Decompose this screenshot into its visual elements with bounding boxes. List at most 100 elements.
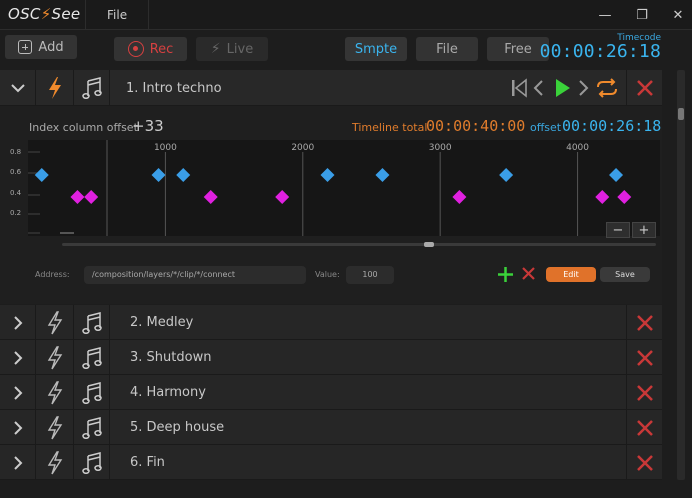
track-row[interactable]: 5. Deep house bbox=[0, 410, 662, 445]
chevron-right-icon bbox=[13, 315, 22, 330]
delete-track-button[interactable] bbox=[626, 70, 662, 106]
keyframe-point[interactable] bbox=[452, 190, 467, 204]
delete-track-button[interactable] bbox=[626, 340, 662, 375]
keyframe-point[interactable] bbox=[84, 190, 99, 204]
menu-file[interactable]: File bbox=[107, 8, 127, 22]
expand-button[interactable] bbox=[0, 445, 36, 480]
keyframe-point[interactable] bbox=[320, 168, 335, 182]
address-input[interactable]: /composition/layers/*/clip/*/connect bbox=[84, 266, 306, 284]
expand-button[interactable] bbox=[0, 305, 36, 340]
minimize-button[interactable]: — bbox=[587, 0, 623, 30]
music-notes-icon bbox=[81, 346, 102, 369]
track-name[interactable]: 5. Deep house bbox=[130, 420, 224, 435]
timeline-scrollbar[interactable] bbox=[62, 243, 656, 246]
keyframe-point[interactable] bbox=[34, 168, 49, 182]
keyframe-point[interactable] bbox=[151, 168, 166, 182]
delete-track-button[interactable] bbox=[626, 305, 662, 340]
keyframe-point[interactable] bbox=[499, 168, 514, 182]
track-name[interactable]: 4. Harmony bbox=[130, 385, 206, 400]
y-tick-label: 0.4 bbox=[10, 189, 22, 197]
delete-x-icon bbox=[636, 384, 653, 401]
bolt-icon: ⚡ bbox=[210, 41, 221, 57]
zoom-out-button[interactable]: − bbox=[606, 222, 630, 238]
track-row[interactable]: 6. Fin bbox=[0, 445, 662, 480]
zoom-in-button[interactable]: + bbox=[632, 222, 656, 238]
keyframe-point[interactable] bbox=[70, 190, 85, 204]
record-icon bbox=[127, 41, 144, 57]
chevron-right-icon bbox=[13, 350, 22, 365]
trigger-button[interactable] bbox=[36, 410, 74, 445]
music-button[interactable] bbox=[74, 445, 110, 480]
music-button[interactable] bbox=[74, 410, 110, 445]
music-button[interactable] bbox=[74, 70, 110, 106]
live-button[interactable]: ⚡ Live bbox=[196, 37, 268, 61]
keyframe-point[interactable] bbox=[375, 168, 390, 182]
chevron-right-icon bbox=[13, 385, 22, 400]
track-name[interactable]: 1. Intro techno bbox=[126, 81, 222, 96]
mode-file-button[interactable]: File bbox=[416, 37, 478, 61]
music-notes-icon bbox=[81, 77, 102, 99]
index-offset-label: Index column offset bbox=[29, 121, 138, 134]
play-icon[interactable] bbox=[554, 77, 572, 99]
keyframe-point[interactable] bbox=[176, 168, 191, 182]
music-button[interactable] bbox=[74, 340, 110, 375]
track-row[interactable]: 4. Harmony bbox=[0, 375, 662, 410]
step-back-icon[interactable] bbox=[532, 78, 546, 98]
keyframe-point[interactable] bbox=[609, 168, 624, 182]
close-button[interactable]: ✕ bbox=[660, 0, 692, 30]
trigger-button[interactable] bbox=[36, 70, 74, 106]
music-button[interactable] bbox=[74, 375, 110, 410]
keyframe-point[interactable] bbox=[203, 190, 218, 204]
track-name[interactable]: 2. Medley bbox=[130, 315, 193, 330]
timeline-total-label: Timeline total bbox=[352, 121, 428, 134]
timeline-scroll-thumb[interactable] bbox=[424, 242, 434, 247]
add-button[interactable]: Add bbox=[5, 35, 77, 59]
restore-button[interactable]: ❐ bbox=[624, 0, 660, 30]
music-notes-icon bbox=[81, 381, 102, 404]
value-input[interactable]: 100 bbox=[346, 266, 394, 284]
step-forward-icon[interactable] bbox=[576, 78, 590, 98]
collapse-button[interactable] bbox=[0, 70, 36, 106]
track-row[interactable]: 3. Shutdown bbox=[0, 340, 662, 375]
expand-button[interactable] bbox=[0, 340, 36, 375]
scroll-thumb[interactable] bbox=[678, 108, 684, 120]
remove-x-icon[interactable] bbox=[521, 266, 536, 281]
vertical-scrollbar[interactable] bbox=[670, 70, 692, 498]
delete-track-button[interactable] bbox=[626, 375, 662, 410]
trigger-button[interactable] bbox=[36, 445, 74, 480]
track-name[interactable]: 6. Fin bbox=[130, 455, 165, 470]
music-notes-icon bbox=[81, 416, 102, 439]
add-icon bbox=[18, 40, 33, 54]
timeline-chart[interactable]: 1000 2000 3000 4000 bbox=[28, 140, 660, 236]
loop-icon[interactable] bbox=[595, 78, 619, 98]
bolt-icon bbox=[47, 450, 62, 474]
keyframe-point[interactable] bbox=[617, 190, 632, 204]
delete-track-button[interactable] bbox=[626, 410, 662, 445]
add-plus-icon[interactable] bbox=[497, 266, 514, 283]
track-name[interactable]: 3. Shutdown bbox=[130, 350, 211, 365]
y-tick-label: 0.6 bbox=[10, 168, 22, 176]
keyframe-point[interactable] bbox=[595, 190, 610, 204]
delete-track-button[interactable] bbox=[626, 445, 662, 480]
address-label: Address: bbox=[35, 270, 70, 279]
music-button[interactable] bbox=[74, 305, 110, 340]
skip-start-icon[interactable] bbox=[510, 78, 528, 98]
chevron-right-icon bbox=[13, 455, 22, 470]
y-tick-label: 0.2 bbox=[10, 209, 22, 217]
index-offset-value[interactable]: +33 bbox=[132, 117, 164, 135]
trigger-button[interactable] bbox=[36, 305, 74, 340]
track-row[interactable]: 2. Medley bbox=[0, 305, 662, 340]
music-notes-icon bbox=[81, 451, 102, 474]
bolt-icon bbox=[48, 77, 61, 99]
keyframe-point[interactable] bbox=[275, 190, 290, 204]
trigger-button[interactable] bbox=[36, 375, 74, 410]
rec-button[interactable]: Rec bbox=[114, 37, 187, 61]
expand-button[interactable] bbox=[0, 410, 36, 445]
track-row-expanded: 1. Intro techno bbox=[0, 70, 662, 106]
expand-button[interactable] bbox=[0, 375, 36, 410]
save-button[interactable]: Save bbox=[600, 267, 650, 282]
edit-button[interactable]: Edit bbox=[546, 267, 596, 282]
trigger-button[interactable] bbox=[36, 340, 74, 375]
x-tick-label: 1000 bbox=[154, 143, 177, 153]
mode-smpte-button[interactable]: Smpte bbox=[345, 37, 407, 61]
